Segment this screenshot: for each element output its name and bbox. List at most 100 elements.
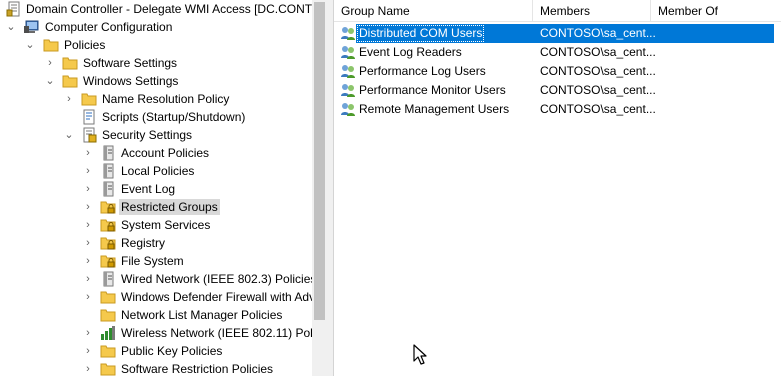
tree-item-wired-network[interactable]: › Wired Network (IEEE 802.3) Policies [0,270,312,288]
tree-item-software-restriction-policies[interactable]: › Software Restriction Policies [0,360,312,376]
tree-item-security-settings[interactable]: ⌄ Security Settings [0,126,312,144]
tree-item-account-policies[interactable]: › Account Policies [0,144,312,162]
group-name: Distributed COM Users [357,25,485,42]
folder-icon [100,289,116,305]
tree-item-software-settings[interactable]: › Software Settings [0,54,312,72]
tree-item-label: Software Settings [83,56,178,70]
chevron-right-icon[interactable]: › [82,218,94,232]
chevron-down-icon[interactable]: ⌄ [24,38,36,52]
list-item-event-log-readers[interactable]: Event Log Readers CONTOSO\sa_cent... [334,43,781,62]
tree-item-label: Public Key Policies [121,344,223,358]
chevron-right-icon[interactable]: › [82,362,94,376]
tree-item-label: Computer Configuration [45,20,173,34]
policy-document-icon [6,1,22,17]
tree-item-event-log[interactable]: › Event Log [0,180,312,198]
tree-item-file-system[interactable]: › File System [0,252,312,270]
locked-folder-icon [100,235,116,251]
tree-item-label: Event Log [121,182,176,196]
chevron-down-icon[interactable]: ⌄ [44,74,56,88]
chevron-right-icon[interactable]: › [63,92,75,106]
column-header-members[interactable]: Members [533,0,651,22]
tree-item-label: Software Restriction Policies [121,362,274,376]
chevron-right-icon[interactable]: › [82,146,94,160]
tree-item-windows-defender-firewall[interactable]: › Windows Defender Firewall with Adv [0,288,312,306]
chevron-right-icon[interactable]: › [82,326,94,340]
tree-item-scripts[interactable]: Scripts (Startup/Shutdown) [0,108,312,126]
chevron-right-icon[interactable]: › [82,236,94,250]
group-name-cell: Performance Log Users [338,62,534,81]
chevron-right-icon[interactable]: › [44,56,56,70]
group-name-cell: Remote Management Users [338,100,534,119]
chevron-right-icon[interactable]: › [82,344,94,358]
group-icon [340,44,356,60]
chevron-right-icon[interactable]: › [82,254,94,268]
tree-item-public-key-policies[interactable]: › Public Key Policies [0,342,312,360]
tree-item-label: Scripts (Startup/Shutdown) [102,110,246,124]
group-members: CONTOSO\sa_cent... [540,45,656,59]
group-name: Remote Management Users [359,102,510,116]
chevron-right-icon[interactable]: › [82,164,94,178]
script-icon [81,109,97,125]
folder-icon [100,307,116,323]
tree-item-gpo-root[interactable]: Domain Controller - Delegate WMI Access … [0,0,312,18]
tree-item-wireless-network[interactable]: › Wireless Network (IEEE 802.11) Polici [0,324,312,342]
tree-item-label: Wired Network (IEEE 802.3) Policies [121,272,312,286]
tree-item-label: Wireless Network (IEEE 802.11) Polici [121,326,312,340]
chevron-right-icon[interactable]: › [82,182,94,196]
group-name-cell: Distributed COM Users [338,24,534,43]
tree-item-restricted-groups[interactable]: › Restricted Groups [0,198,312,216]
tree-item-system-services[interactable]: › System Services [0,216,312,234]
locked-folder-icon [100,199,116,215]
pane-splitter[interactable] [327,0,334,376]
tree-item-label: Windows Settings [83,74,179,88]
tree-item-label: Account Policies [121,146,210,160]
tree-item-name-resolution-policy[interactable]: › Name Resolution Policy [0,90,312,108]
chevron-right-icon[interactable]: › [82,272,94,286]
policy-book-icon [100,145,116,161]
tree-item-computer-configuration[interactable]: ⌄ Computer Configuration [0,18,312,36]
tree-item-policies[interactable]: ⌄ Policies [0,36,312,54]
console-tree[interactable]: Domain Controller - Delegate WMI Access … [0,0,312,376]
locked-folder-icon [100,253,116,269]
group-members: CONTOSO\sa_cent... [540,64,656,78]
folder-icon [100,343,116,359]
chevron-right-icon[interactable]: › [82,290,94,304]
tree-item-label: Security Settings [102,128,193,142]
tree-item-local-policies[interactable]: › Local Policies [0,162,312,180]
tree-item-label: Domain Controller - Delegate WMI Access … [26,2,312,16]
tree-vertical-scrollbar[interactable] [312,0,327,376]
tree-item-registry[interactable]: › Registry [0,234,312,252]
column-header-member-of[interactable]: Member Of [651,0,781,22]
tree-item-network-list-manager[interactable]: Network List Manager Policies [0,306,312,324]
tree-item-label: Local Policies [121,164,195,178]
group-name: Performance Monitor Users [359,83,506,97]
wireless-policy-icon [100,325,116,341]
tree-item-label: Policies [64,38,106,52]
list-item-distributed-com-users[interactable]: Distributed COM Users CONTOSO\sa_cent... [334,24,781,43]
scrollbar-thumb[interactable] [314,2,325,320]
folder-icon [81,91,97,107]
folder-icon [100,361,116,376]
folder-icon [62,73,78,89]
group-icon [340,63,356,79]
group-icon [340,25,356,41]
tree-item-label: System Services [121,218,211,232]
restricted-groups-list[interactable]: Group Name Members Member Of Distributed… [334,0,781,376]
list-item-performance-monitor-users[interactable]: Performance Monitor Users CONTOSO\sa_cen… [334,81,781,100]
group-members: CONTOSO\sa_cent... [540,26,656,40]
chevron-right-icon[interactable]: › [82,200,94,214]
list-item-remote-management-users[interactable]: Remote Management Users CONTOSO\sa_cent.… [334,100,781,119]
group-icon [340,82,356,98]
group-members: CONTOSO\sa_cent... [540,102,656,116]
list-header: Group Name Members Member Of [334,0,781,23]
list-item-performance-log-users[interactable]: Performance Log Users CONTOSO\sa_cent... [334,62,781,81]
security-settings-icon [81,127,97,143]
folder-icon [62,55,78,71]
tree-item-label: Name Resolution Policy [102,92,230,106]
tree-item-windows-settings[interactable]: ⌄ Windows Settings [0,72,312,90]
chevron-down-icon[interactable]: ⌄ [5,20,17,34]
tree-item-label: Network List Manager Policies [121,308,283,322]
tree-item-label: Windows Defender Firewall with Adv [121,290,312,304]
chevron-down-icon[interactable]: ⌄ [63,128,75,142]
column-header-group-name[interactable]: Group Name [334,0,533,22]
